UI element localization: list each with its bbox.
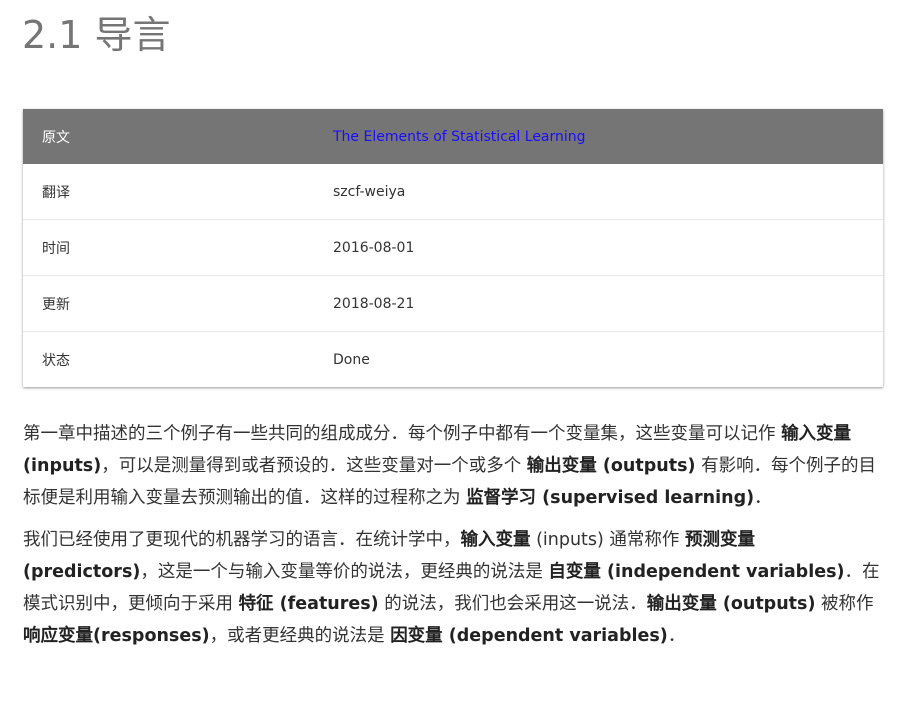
table-row: 翻译 szcf-weiya: [23, 164, 883, 220]
term-responses: 响应变量(responses): [23, 626, 210, 646]
row-key-translator: 翻译: [42, 184, 70, 201]
row-value-status: Done: [314, 331, 883, 387]
row-key-date: 时间: [23, 219, 314, 276]
p2-text-5: 的说法，我们也会采用这一说法．: [378, 594, 647, 614]
header-key-cell: 原文: [23, 109, 314, 164]
p2-text-6: 被称作: [815, 594, 874, 614]
term-output-variables: 输出变量 (outputs): [646, 594, 816, 614]
source-book-link[interactable]: The Elements of Statistical Learning: [333, 129, 586, 145]
paragraph-1: 第一章中描述的三个例子有一些共同的组成成分．每个例子中都有一个变量集，这些变量可…: [23, 418, 888, 514]
header-value-cell: The Elements of Statistical Learning: [314, 109, 883, 164]
table-row: 时间 2016-08-01: [23, 219, 883, 276]
row-key-status: 状态: [23, 331, 314, 387]
p1-text-1: 第一章中描述的三个例子有一些共同的组成成分．每个例子中都有一个变量集，这些变量可…: [23, 424, 782, 444]
term-features: 特征 (features): [238, 594, 379, 614]
term-outputs: 输出变量 (outputs): [526, 456, 696, 476]
term-supervised-learning: 监督学习 (supervised learning): [466, 488, 755, 508]
p2-text-8: ．: [667, 626, 686, 646]
p1-text-4: ．: [754, 488, 772, 508]
table-row: 状态 Done: [23, 331, 883, 387]
term-input-variables: 输入变量: [460, 530, 531, 550]
p2-text-3: ，这是一个与输入变量等价的说法，更经典的说法是: [140, 562, 549, 582]
info-table-header-row: 原文 The Elements of Statistical Learning: [23, 109, 883, 164]
row-key-updated: 更新: [23, 275, 314, 332]
p2-text-2: (inputs) 通常称作: [530, 530, 685, 550]
info-table: 原文 The Elements of Statistical Learning …: [23, 109, 883, 387]
term-dependent-variables: 因变量 (dependent variables): [390, 626, 668, 646]
row-value-translator: szcf-weiya: [333, 183, 406, 200]
p2-text-7: ，或者更经典的说法是: [209, 626, 391, 646]
info-card: 原文 The Elements of Statistical Learning …: [23, 109, 883, 387]
p1-text-2: ，可以是测量得到或者预设的．这些变量对一个或多个: [101, 456, 527, 476]
article-body: 第一章中描述的三个例子有一些共同的组成成分．每个例子中都有一个变量集，这些变量可…: [23, 418, 888, 662]
row-value-date: 2016-08-01: [314, 219, 883, 276]
term-independent-variables: 自变量 (independent variables): [548, 562, 845, 582]
row-value-updated: 2018-08-21: [314, 275, 883, 332]
table-row: 更新 2018-08-21: [23, 275, 883, 332]
p2-text-1: 我们已经使用了更现代的机器学习的语言．在统计学中，: [23, 530, 461, 550]
paragraph-2: 我们已经使用了更现代的机器学习的语言．在统计学中，输入变量 (inputs) 通…: [23, 524, 888, 652]
page-title: 2.1 导言: [22, 13, 171, 57]
